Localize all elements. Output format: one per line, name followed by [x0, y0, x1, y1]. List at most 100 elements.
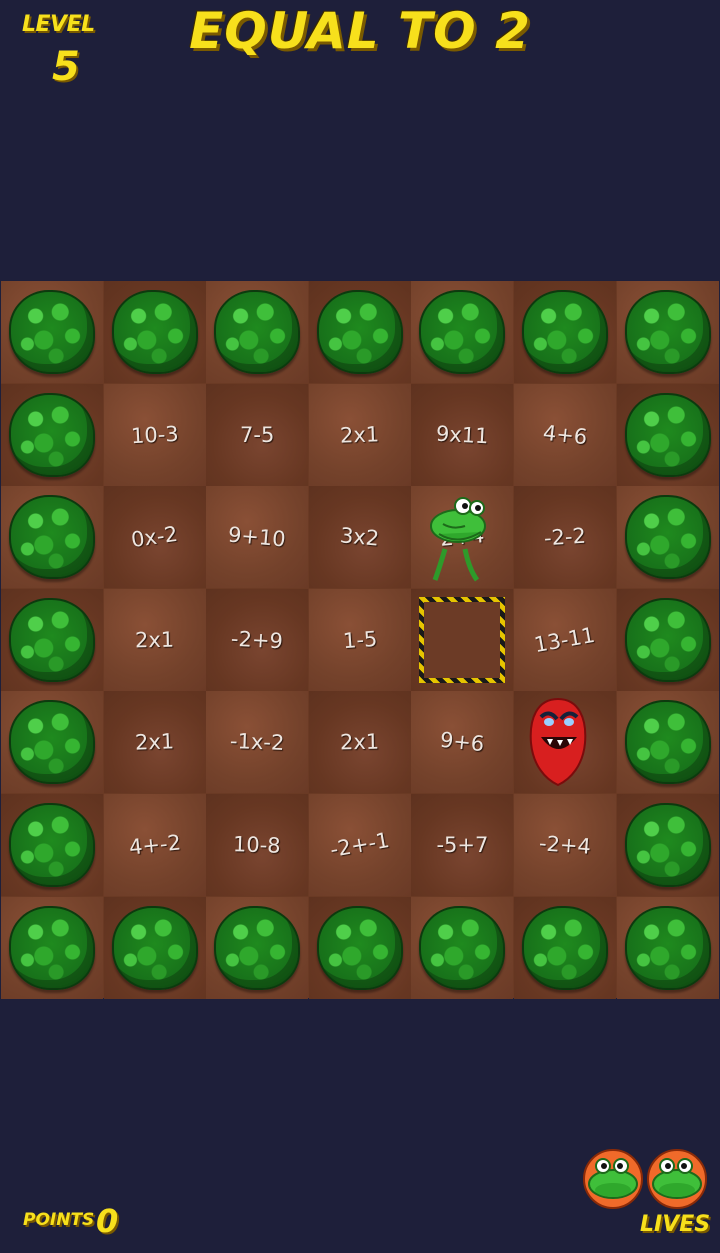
expression-text: 9+10: [227, 522, 287, 552]
expression-cell[interactable]: 9+6: [411, 691, 514, 794]
bush-cell: [616, 794, 719, 896]
bush-cell: [616, 691, 719, 794]
expression-text: -1x-2: [229, 729, 285, 756]
expression-text: 4+-2: [127, 830, 182, 860]
red-monster-icon: [527, 695, 589, 787]
bush-cell: [1, 794, 103, 896]
expression-cell[interactable]: -2-2: [514, 486, 616, 589]
expression-cell[interactable]: 2x1: [103, 691, 206, 794]
bush-cell: [206, 896, 309, 999]
expression-text: 2x1: [134, 627, 175, 653]
bush-cell: [514, 281, 616, 383]
bush-cell: [103, 281, 206, 383]
expression-cell[interactable]: -5+7: [411, 794, 514, 896]
bush-icon: [111, 905, 198, 990]
goal-title: EQUAL TO 2: [189, 2, 531, 60]
bush-icon: [624, 700, 711, 785]
bush-cell: [1, 486, 103, 589]
bush-cell: [1, 281, 103, 383]
frog-life-icon: [646, 1148, 708, 1210]
bush-cell: [616, 383, 719, 486]
bush-icon: [9, 290, 95, 374]
expression-text: 2x1: [134, 729, 175, 756]
bush-icon: [316, 905, 403, 990]
bush-icon: [419, 905, 506, 990]
expression-cell[interactable]: -2+-1: [308, 794, 411, 896]
expression-cell[interactable]: 2x1: [308, 691, 411, 794]
bush-icon: [624, 803, 711, 887]
bush-icon: [9, 700, 95, 785]
bush-icon: [9, 495, 95, 580]
expression-text: -2-2: [543, 523, 587, 551]
expression-text: 10-3: [130, 421, 180, 448]
frog-life-icon: [582, 1148, 644, 1210]
bush-icon: [419, 290, 506, 374]
bush-cell: [616, 281, 719, 383]
bush-icon: [316, 290, 403, 374]
bush-icon: [214, 905, 301, 990]
bush-icon: [624, 905, 711, 990]
bush-cell: [1, 383, 103, 486]
expression-text: 9x11: [435, 421, 490, 448]
expression-cell[interactable]: 2x1: [103, 588, 206, 691]
expression-cell[interactable]: 0x-2: [103, 486, 206, 589]
points-value: 0: [96, 1202, 119, 1240]
expression-text: 3x2: [339, 523, 381, 551]
bush-icon: [624, 290, 711, 374]
expression-cell[interactable]: 4+6: [514, 383, 616, 486]
expression-cell[interactable]: 9x11: [411, 383, 514, 486]
expression-cell[interactable]: 10-8: [206, 794, 309, 896]
expression-cell[interactable]: 4+-2: [103, 794, 206, 896]
expression-cell[interactable]: 10-3: [103, 383, 206, 486]
bush-icon: [111, 290, 198, 374]
bush-icon: [624, 392, 711, 477]
bush-icon: [624, 597, 711, 682]
expression-cell[interactable]: 9+10: [206, 486, 309, 589]
expression-text: 10-8: [232, 832, 282, 858]
bush-cell: [616, 896, 719, 999]
level-value: 5: [52, 44, 80, 90]
expression-text: -2+9: [230, 626, 284, 654]
expression-text: 2x1: [340, 730, 380, 755]
expression-text: 4+6: [541, 420, 589, 449]
frog-icon: [425, 494, 495, 584]
expression-text: -5+7: [436, 833, 489, 857]
bush-icon: [9, 392, 95, 477]
bush-icon: [9, 597, 95, 682]
bush-cell: [103, 896, 206, 999]
expression-text: 9+6: [439, 728, 486, 757]
expression-cell[interactable]: 3x2: [308, 486, 411, 589]
expression-text: -2+4: [538, 831, 592, 859]
bush-cell: [411, 896, 514, 999]
expression-text: 2x1: [339, 421, 380, 448]
bush-cell: [411, 281, 514, 383]
expression-cell[interactable]: -2+4: [514, 794, 616, 896]
bush-icon: [214, 290, 301, 374]
expression-cell[interactable]: 1-5: [308, 588, 411, 691]
bush-icon: [9, 905, 95, 990]
expression-text: 7-5: [240, 422, 275, 447]
expression-text: -2+-1: [328, 828, 392, 862]
bush-cell: [1, 588, 103, 691]
bush-cell: [1, 691, 103, 794]
expression-text: 13-11: [532, 622, 598, 657]
level-label: LEVEL: [22, 12, 95, 37]
bush-icon: [624, 495, 711, 580]
points-label: POINTS: [23, 1210, 95, 1230]
expression-cell[interactable]: -1x-2: [206, 691, 309, 794]
bush-icon: [522, 905, 608, 990]
expression-cell[interactable]: 13-11: [514, 588, 616, 691]
bush-cell: [616, 588, 719, 691]
bush-cell: [308, 896, 411, 999]
selected-cell-marker: [419, 597, 505, 683]
expression-text: 0x-2: [129, 522, 180, 553]
bush-icon: [9, 803, 95, 887]
bush-cell: [616, 486, 719, 589]
expression-cell[interactable]: 7-5: [206, 383, 309, 486]
expression-cell[interactable]: -2+9: [206, 588, 309, 691]
expression-cell[interactable]: 2x1: [308, 383, 411, 486]
bush-cell: [1, 896, 103, 999]
lives-label: LIVES: [640, 1212, 711, 1237]
expression-text: 1-5: [341, 626, 378, 653]
bush-cell: [206, 281, 309, 383]
